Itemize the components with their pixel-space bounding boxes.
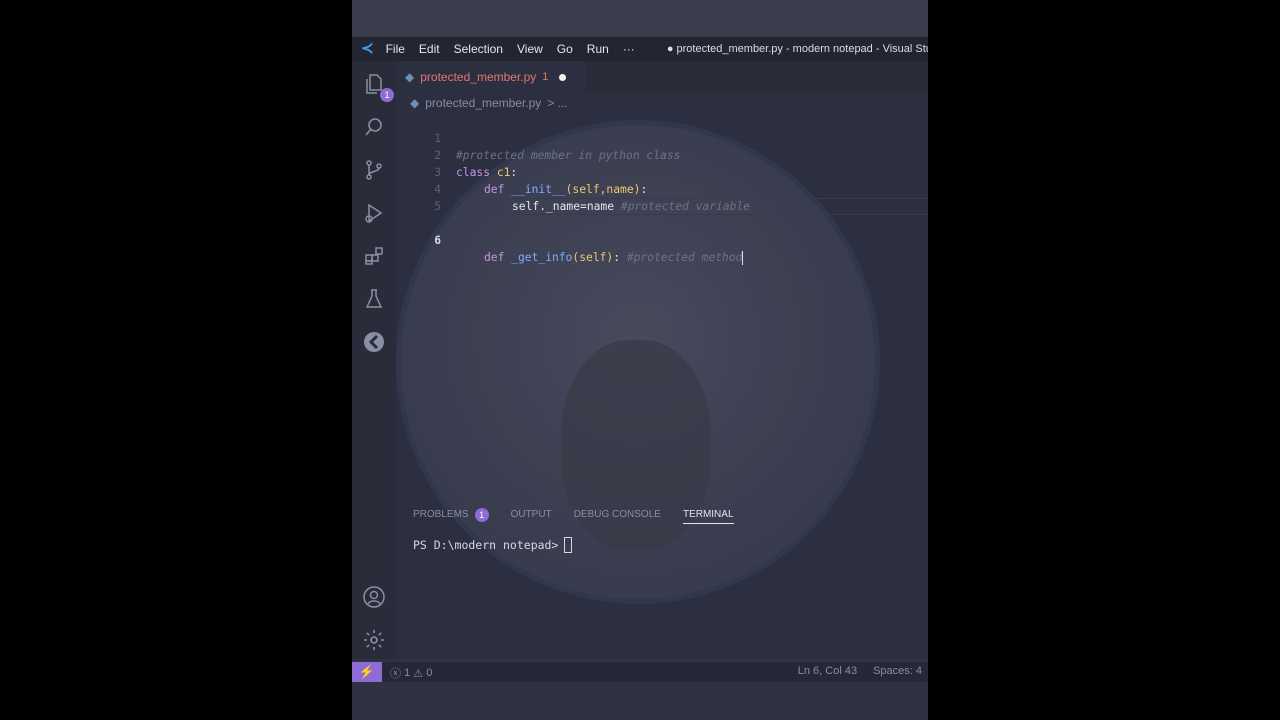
tab-problem-count: 1 [542, 71, 549, 83]
line-number: 6 [434, 234, 441, 247]
explorer-badge: 1 [380, 88, 394, 102]
code-line-current: 6 def _get_info(self): #protected method [396, 198, 928, 265]
testing-icon[interactable] [360, 285, 388, 313]
warning-icon: ⚠ [413, 667, 424, 680]
menu-file[interactable]: File [386, 42, 405, 56]
remote-indicator-icon[interactable]: ⚡ [352, 662, 382, 682]
code-line: 5 [396, 181, 928, 213]
video-frame: ≺ File Edit Selection View Go Run ··· ● … [352, 0, 928, 720]
settings-gear-icon[interactable] [360, 626, 388, 654]
status-bar: ⚡ ⓧ 1 ⚠ 0 Ln 6, Col 43 Spaces: 4 [352, 662, 928, 682]
search-icon[interactable] [360, 113, 388, 141]
account-icon[interactable] [360, 583, 388, 611]
extensions-icon[interactable] [360, 242, 388, 270]
error-count: 1 [404, 667, 411, 679]
bottom-strip [352, 682, 928, 720]
text-cursor [742, 251, 744, 265]
tab-protected-member[interactable]: ◆ protected_member.py 1 [396, 61, 586, 93]
window-title: ● protected_member.py - modern notepad -… [666, 43, 928, 55]
error-icon: ⓧ [390, 668, 401, 680]
current-line-highlight [456, 198, 928, 215]
source-control-icon[interactable] [360, 156, 388, 184]
code-line: 2 class c1: [396, 130, 928, 179]
punctuation: : [613, 251, 627, 264]
function-name: _get_info [504, 251, 573, 264]
warning-count: 0 [426, 667, 433, 679]
menu-view[interactable]: View [517, 42, 543, 56]
code-line: 3 def __init__(self,name): [396, 147, 928, 196]
explorer-icon[interactable]: 1 [360, 70, 394, 102]
remote-explorer-icon[interactable] [360, 328, 388, 356]
breadcrumb-separator: > ... [547, 96, 568, 110]
code-editor[interactable]: 1 #protected member in python class 2 cl… [396, 113, 928, 265]
problems-badge: 1 [474, 507, 489, 522]
title-bar: ≺ File Edit Selection View Go Run ··· ● … [352, 37, 928, 61]
arguments: (self) [572, 251, 614, 264]
panel-tabs: PROBLEMS 1 OUTPUT DEBUG CONSOLE TERMINAL [413, 505, 756, 524]
code-line: 4 self._name=name #protected variable [396, 164, 928, 213]
editor-tabs: ◆ protected_member.py 1 [396, 61, 928, 93]
indentation[interactable]: Spaces: 4 [873, 665, 922, 677]
menu-selection[interactable]: Selection [454, 42, 503, 56]
terminal[interactable]: PS D:\modern notepad> [413, 537, 573, 553]
cursor-position[interactable]: Ln 6, Col 43 [798, 665, 857, 677]
tab-terminal[interactable]: TERMINAL [682, 509, 734, 524]
code-line: 1 #protected member in python class [396, 113, 928, 162]
unsaved-dot-icon[interactable] [559, 73, 567, 81]
menu-go[interactable]: Go [557, 42, 573, 56]
menu-more[interactable]: ··· [623, 42, 635, 56]
terminal-cursor [564, 537, 573, 553]
keyword: def [484, 251, 505, 264]
breadcrumb-file[interactable]: protected_member.py [425, 96, 541, 110]
python-file-icon: ◆ [410, 96, 420, 110]
comment: #protected method [626, 251, 743, 264]
run-debug-icon[interactable] [360, 199, 388, 227]
tab-problems[interactable]: PROBLEMS 1 [413, 507, 489, 522]
top-strip [352, 0, 928, 37]
menu-run[interactable]: Run [587, 42, 609, 56]
menu-edit[interactable]: Edit [419, 42, 440, 56]
tab-output[interactable]: OUTPUT [511, 509, 552, 520]
tab-filename: protected_member.py [420, 70, 537, 84]
activity-bar: 1 [352, 61, 396, 659]
tab-debug-console[interactable]: DEBUG CONSOLE [574, 509, 661, 520]
python-file-icon: ◆ [405, 70, 415, 84]
breadcrumb: ◆ protected_member.py > ... [410, 96, 568, 110]
vscode-logo-icon: ≺ [361, 40, 374, 57]
terminal-prompt: PS D:\modern notepad> [413, 538, 559, 552]
problems-indicator[interactable]: ⓧ 1 ⚠ 0 [390, 665, 432, 681]
